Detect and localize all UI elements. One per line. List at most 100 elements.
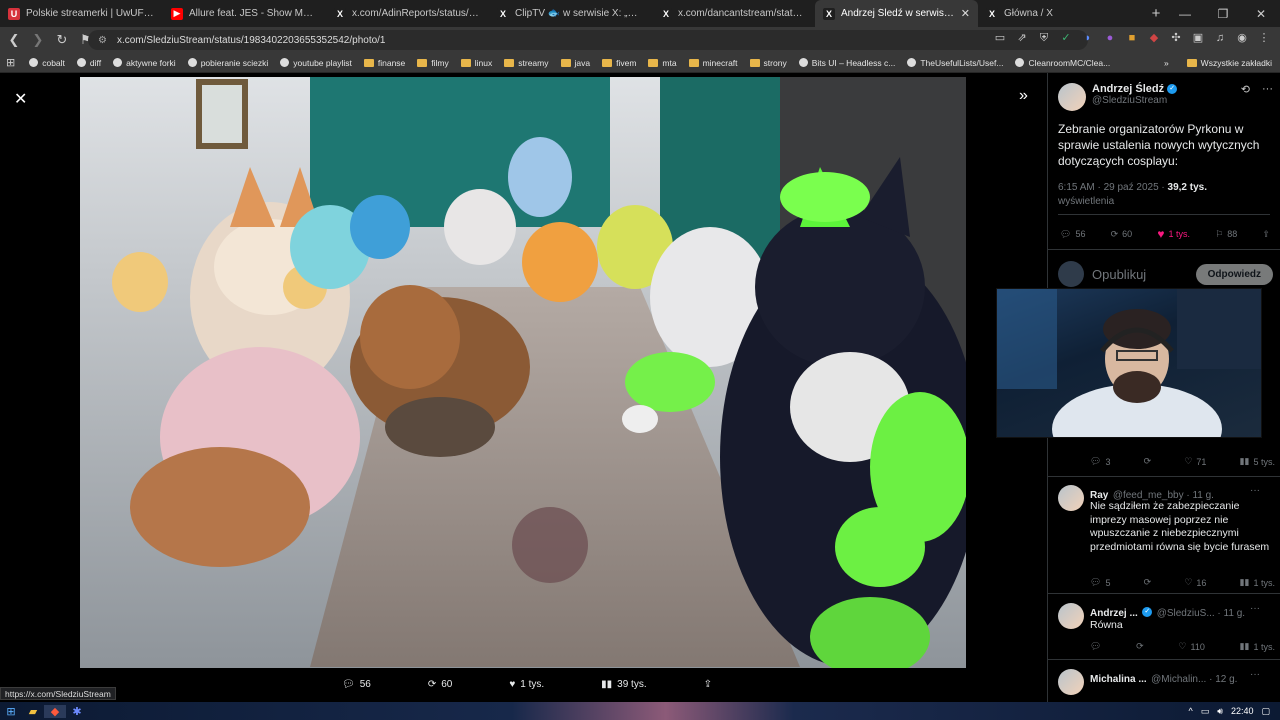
collapse-panel-icon[interactable]: » xyxy=(1019,87,1028,105)
volume-icon[interactable]: 🔊︎ xyxy=(1217,706,1223,717)
bookmark-item[interactable]: minecraft xyxy=(688,58,738,68)
share-icon[interactable]: ⇗ xyxy=(1014,30,1030,46)
tab[interactable]: ▶ Allure feat. JES - Show Me the W xyxy=(163,0,326,27)
network-icon[interactable]: ▭ xyxy=(1201,706,1210,717)
repost-button[interactable]: ⟳ xyxy=(1136,641,1144,652)
close-icon[interactable]: ✕ xyxy=(14,89,27,109)
photo-repost-button[interactable]: ⟳ 60 xyxy=(428,679,453,690)
like-button[interactable]: ♡ 71 xyxy=(1184,456,1206,467)
browser-icon[interactable]: ◆ xyxy=(44,704,66,718)
photo-views[interactable]: ▮▮ 39 tys. xyxy=(601,679,646,690)
bookmark-item[interactable]: strony xyxy=(749,58,787,68)
reply-author[interactable]: Andrzej ... xyxy=(1090,608,1138,619)
bookmark-item[interactable]: TheUsefulLists/Usef... xyxy=(907,58,1003,68)
reply-button[interactable]: 💬︎ 3 xyxy=(1090,456,1110,467)
sidebar-icon[interactable]: ▣ xyxy=(1190,30,1206,46)
bookmark-item[interactable]: youtube playlist xyxy=(280,58,352,68)
clock[interactable]: 22:40 xyxy=(1231,706,1254,716)
avatar[interactable] xyxy=(1058,83,1086,111)
file-explorer-icon[interactable]: ▰ xyxy=(22,705,44,718)
apps-icon[interactable]: ⊞ xyxy=(6,56,15,69)
extension-purple-icon[interactable]: ● xyxy=(1102,30,1118,46)
bookmark-item[interactable]: finanse xyxy=(363,58,405,68)
reply-handle[interactable]: @SledziuS... · 11 g. xyxy=(1157,608,1245,619)
reload-icon[interactable]: ↻ xyxy=(52,32,72,48)
bookmark-item[interactable]: mta xyxy=(648,58,677,68)
bookmark-item[interactable]: linux xyxy=(460,58,492,68)
photo-reply-button[interactable]: 💬︎ 56 xyxy=(342,679,371,690)
more-icon[interactable]: ··· xyxy=(1250,603,1260,614)
tab[interactable]: Xx.com/AdinReports/status/19833502 xyxy=(326,0,489,27)
reply-button[interactable]: 💬︎ 56 xyxy=(1060,229,1085,240)
more-icon[interactable]: ··· xyxy=(1250,485,1260,496)
extension-orange-icon[interactable]: ■ xyxy=(1124,30,1140,46)
chevron-up-icon[interactable]: ^ xyxy=(1189,706,1193,716)
like-button[interactable]: ♡ 16 xyxy=(1184,577,1206,588)
bookmark-item[interactable]: fivem xyxy=(602,58,636,68)
start-icon[interactable]: ⊞ xyxy=(0,705,22,718)
tweet-time[interactable]: 6:15 AM · 29 paź 2025 · xyxy=(1058,182,1168,193)
reply-submit-button[interactable]: Odpowiedz xyxy=(1195,263,1273,285)
more-icon[interactable]: ··· xyxy=(1250,669,1260,680)
share-button[interactable]: ⇪ xyxy=(1262,229,1270,240)
reply-button[interactable]: 💬︎ 5 xyxy=(1090,577,1110,588)
author-name[interactable]: Andrzej Śledź xyxy=(1092,83,1164,95)
site-info-icon[interactable]: ⚙ xyxy=(98,35,107,46)
tab[interactable]: X Główna / X xyxy=(978,0,1141,27)
bookmark-item[interactable]: CleanroomMC/Clea... xyxy=(1015,58,1110,68)
profile-icon[interactable]: ◉ xyxy=(1234,30,1250,46)
tab[interactable]: U Polskie streamerki | UwUFUFU xyxy=(0,0,163,27)
reply-button[interactable]: 💬︎ xyxy=(1090,641,1101,652)
avatar[interactable] xyxy=(1058,261,1084,287)
forward-icon[interactable]: ❯ xyxy=(28,32,48,48)
bookmark-item[interactable]: cobalt xyxy=(29,58,65,68)
bookmark-item[interactable]: aktywne forki xyxy=(113,58,176,68)
reply-author[interactable]: Michalina ... xyxy=(1090,674,1147,685)
more-icon[interactable]: ··· xyxy=(1262,83,1273,111)
repost-button[interactable]: ⟳ 60 xyxy=(1111,229,1133,240)
bookmark-item[interactable]: Bits UI – Headless c... xyxy=(798,58,895,68)
shield-icon[interactable]: ⛨ xyxy=(1036,30,1052,46)
address-bar[interactable]: ⚙ x.com/SledziuStream/status/19834022036… xyxy=(88,30,1088,50)
views-button[interactable]: ▮▮ 1 tys. xyxy=(1240,641,1275,652)
share-button[interactable]: ⇪ xyxy=(704,679,712,690)
repost-button[interactable]: ⟳ xyxy=(1144,456,1152,467)
bookmark-item[interactable]: filmy xyxy=(417,58,449,68)
reply-handle[interactable]: @Michalin... · 12 g. xyxy=(1151,674,1237,685)
back-icon[interactable]: ❮ xyxy=(4,32,24,48)
check-icon[interactable]: ✓ xyxy=(1058,30,1074,46)
all-bookmarks[interactable]: » Wszystkie zakładki xyxy=(1164,53,1272,72)
tab[interactable]: Xx.com/dancantstream/status/198333 xyxy=(652,0,815,27)
bookmark-item[interactable]: streamy xyxy=(504,58,549,68)
tweet-photo[interactable] xyxy=(80,77,966,668)
views-button[interactable]: ▮▮ 1 tys. xyxy=(1240,577,1275,588)
close-window-icon[interactable]: ✕ xyxy=(1242,7,1280,21)
close-tab-icon[interactable]: ✕ xyxy=(961,7,970,20)
extension-red-icon[interactable]: ◆ xyxy=(1146,30,1162,46)
notification-icon[interactable]: ▢ xyxy=(1261,706,1270,717)
tab[interactable]: X ClipTV 🐟 w serwisie X: „Adin Ross c xyxy=(489,0,652,27)
puzzle-icon[interactable]: ✣ xyxy=(1168,30,1184,46)
bookmark-button[interactable]: ⚐ 88 xyxy=(1215,229,1237,240)
app-icon[interactable]: ✱ xyxy=(66,705,88,718)
repost-button[interactable]: ⟳ xyxy=(1144,577,1152,588)
bookmark-item[interactable]: java xyxy=(560,58,590,68)
bookmarks-more-icon[interactable]: » xyxy=(1164,58,1169,68)
media-icon[interactable]: ♫ xyxy=(1212,30,1228,46)
compose-input[interactable]: Opublikuj xyxy=(1092,267,1188,282)
avatar[interactable] xyxy=(1058,485,1084,511)
like-button[interactable]: ♥ 1 tys. xyxy=(1157,227,1190,241)
photo-like-button[interactable]: ♥ 1 tys. xyxy=(509,679,544,690)
bookmark-item[interactable]: diff xyxy=(76,58,101,68)
avatar[interactable] xyxy=(1058,669,1084,695)
extension-blue-icon[interactable]: ◗ xyxy=(1080,30,1096,46)
minimize-icon[interactable]: — xyxy=(1166,7,1204,21)
restore-icon[interactable]: ❐ xyxy=(1204,7,1242,21)
avatar[interactable] xyxy=(1058,603,1084,629)
tab[interactable]: X Andrzej Śledź w serwisie X: „Zeb ✕ xyxy=(815,0,978,27)
cast-icon[interactable]: ▭ xyxy=(992,30,1008,46)
new-tab-button[interactable]: + xyxy=(1145,5,1167,22)
author-handle[interactable]: @SledziuStream xyxy=(1092,95,1235,106)
views-button[interactable]: ▮▮ 5 tys. xyxy=(1240,456,1275,467)
menu-icon[interactable]: ⋮ xyxy=(1256,30,1272,46)
